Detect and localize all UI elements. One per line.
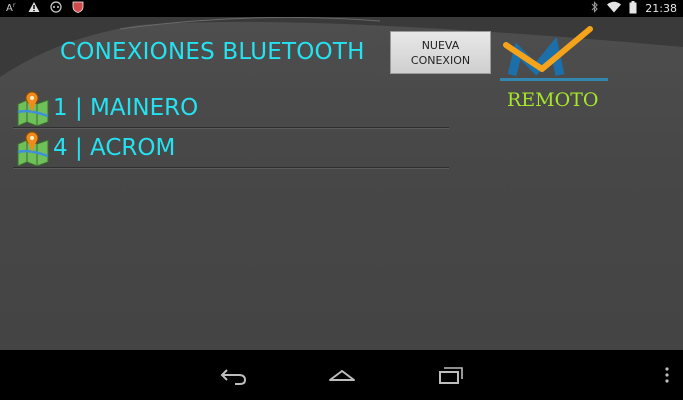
warning-icon bbox=[28, 1, 40, 16]
home-icon[interactable] bbox=[327, 364, 357, 386]
recent-apps-icon[interactable] bbox=[436, 364, 466, 386]
menu-icon[interactable] bbox=[652, 364, 682, 386]
bluetooth-icon bbox=[591, 1, 599, 16]
svg-text:r: r bbox=[13, 2, 16, 9]
battery-icon bbox=[629, 0, 637, 17]
gamepad-icon bbox=[50, 1, 62, 16]
map-pin-icon bbox=[17, 91, 49, 126]
navigation-bar bbox=[0, 350, 683, 400]
wifi-icon bbox=[607, 1, 622, 16]
shield-icon bbox=[72, 1, 84, 16]
clock: 21:38 bbox=[645, 2, 677, 15]
app-logo bbox=[500, 26, 608, 81]
connection-label: 1 | MAINERO bbox=[53, 94, 199, 121]
connection-label: 4 | ACROM bbox=[53, 134, 176, 161]
map-pin-icon bbox=[17, 131, 49, 166]
svg-text:A: A bbox=[6, 3, 13, 13]
list-item[interactable]: 4 | ACROM bbox=[13, 128, 449, 168]
app-screen: CONEXIONES BLUETOOTH NUEVA CONEXION REMO… bbox=[0, 17, 683, 350]
logo-caption: REMOTO bbox=[507, 89, 599, 111]
new-connection-button[interactable]: NUEVA CONEXION bbox=[390, 31, 491, 74]
new-connection-button-line2: CONEXION bbox=[410, 53, 471, 67]
status-bar: Ar 21:38 bbox=[0, 0, 683, 17]
list-item[interactable]: 1 | MAINERO bbox=[13, 88, 449, 128]
page-title: CONEXIONES BLUETOOTH bbox=[60, 39, 365, 65]
connection-list: 1 | MAINERO 4 | ACROM bbox=[13, 88, 449, 168]
new-connection-button-line1: NUEVA bbox=[421, 38, 460, 52]
back-icon[interactable] bbox=[219, 364, 249, 386]
font-size-icon: Ar bbox=[6, 1, 18, 16]
